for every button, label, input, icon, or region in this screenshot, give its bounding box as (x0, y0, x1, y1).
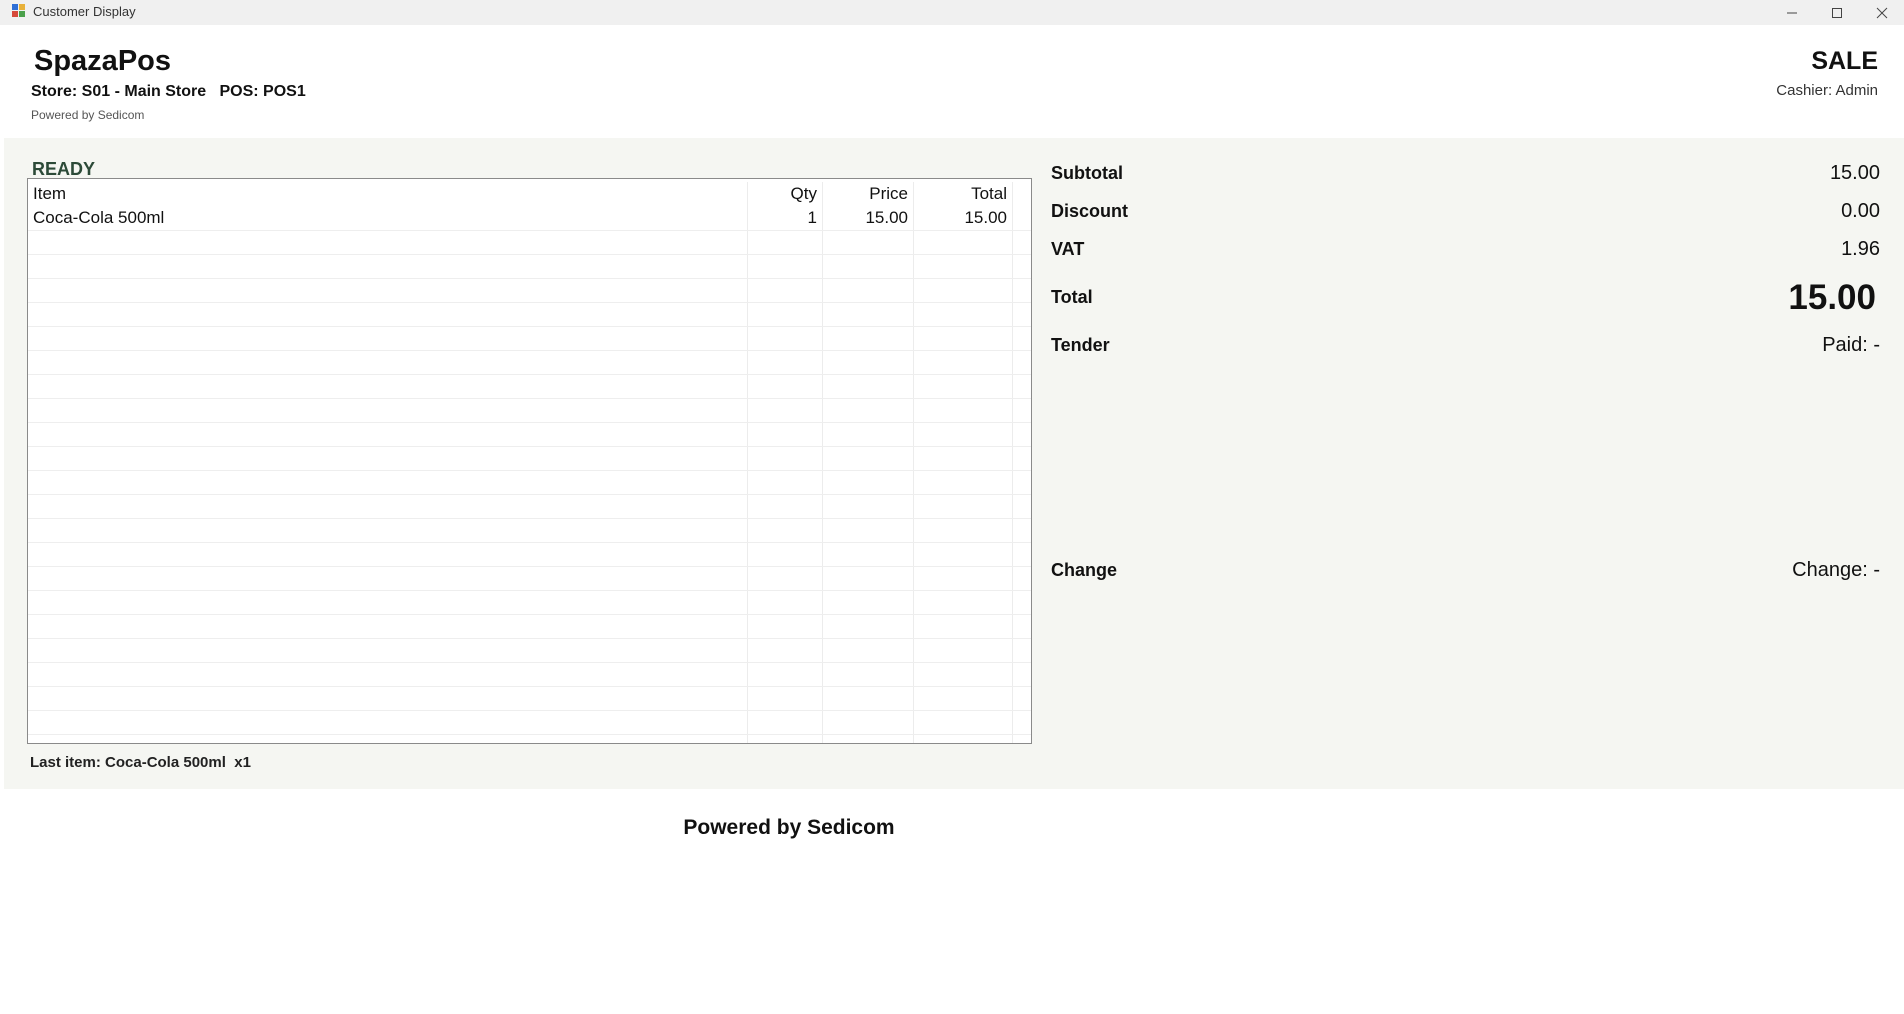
tender-label: Tender (1051, 335, 1110, 355)
cell-price: 15.00 (823, 206, 914, 230)
app-window-icon (12, 4, 26, 18)
customer-display-window: SpazaPos Store: S01 - Main Store POS: PO… (4, 25, 1904, 1014)
close-button[interactable] (1860, 0, 1904, 25)
empty-grid-row (28, 494, 1031, 519)
title-bar: Customer Display (0, 0, 1904, 25)
empty-grid-row (28, 350, 1031, 375)
discount-value: 0.00 (1841, 200, 1880, 222)
empty-grid-row (28, 446, 1031, 471)
maximize-icon (1832, 7, 1842, 18)
maximize-button[interactable] (1815, 0, 1859, 25)
empty-grid-row (28, 734, 1031, 743)
change-value: Change: - (1792, 559, 1880, 581)
cell-qty: 1 (748, 206, 823, 230)
empty-grid-row (28, 590, 1031, 615)
vat-value: 1.96 (1841, 238, 1880, 260)
change-label: Change (1051, 560, 1118, 580)
status-label: READY (32, 159, 96, 179)
empty-grid-row (28, 566, 1031, 591)
cashier-label: Cashier: Admin (1776, 82, 1878, 99)
last-item-label: Last item: Coca-Cola 500ml x1 (30, 754, 251, 771)
column-header-price: Price (823, 182, 914, 206)
minimize-button[interactable] (1770, 0, 1814, 25)
total-label: Total (1051, 287, 1093, 307)
empty-grid-row (28, 686, 1031, 711)
column-header-qty: Qty (748, 182, 823, 206)
transaction-mode: SALE (1811, 47, 1878, 75)
vat-label: VAT (1051, 239, 1085, 259)
empty-grid-row (28, 302, 1031, 327)
cell-total: 15.00 (914, 206, 1013, 230)
empty-grid-row (28, 254, 1031, 279)
close-icon (1876, 7, 1888, 18)
cell-item: Coca-Cola 500ml (28, 206, 748, 230)
empty-grid-row (28, 470, 1031, 495)
discount-label: Discount (1051, 201, 1129, 221)
footer-powered-by: Powered by Sedicom (683, 816, 895, 839)
empty-grid-row (28, 278, 1031, 303)
empty-grid-row (28, 710, 1031, 735)
header: SpazaPos Store: S01 - Main Store POS: PO… (4, 25, 1904, 138)
table-row[interactable]: Coca-Cola 500ml 1 15.00 15.00 (28, 206, 1031, 230)
column-header-total: Total (914, 182, 1013, 206)
brand-name: SpazaPos (34, 45, 171, 77)
empty-grid-row (28, 614, 1031, 639)
empty-grid-row (28, 398, 1031, 423)
footer: Powered by Sedicom (4, 789, 1904, 1014)
empty-grid-row (28, 374, 1031, 399)
grid-header: Item Qty Price Total (28, 182, 1031, 206)
store-info: Store: S01 - Main Store POS: POS1 (31, 83, 306, 100)
tender-value: Paid: - (1822, 334, 1880, 356)
empty-grid-row (28, 518, 1031, 543)
items-grid[interactable]: Item Qty Price Total Coca-Cola 500ml 1 1… (27, 178, 1032, 744)
minimize-icon (1787, 12, 1797, 13)
main-content: READY Item Qty Price Total Coca-Cola 500… (4, 138, 1904, 789)
empty-grid-row (28, 638, 1031, 663)
total-value: 15.00 (1788, 278, 1876, 317)
empty-grid-row (28, 542, 1031, 567)
subtotal-value: 15.00 (1829, 162, 1880, 184)
empty-grid-row (28, 326, 1031, 351)
column-header-item: Item (28, 182, 748, 206)
empty-grid-row (28, 422, 1031, 447)
window-title: Customer Display (33, 4, 136, 19)
powered-by-label: Powered by Sedicom (31, 108, 145, 122)
subtotal-label: Subtotal (1051, 163, 1123, 183)
empty-grid-row (28, 230, 1031, 255)
empty-grid-row (28, 662, 1031, 687)
